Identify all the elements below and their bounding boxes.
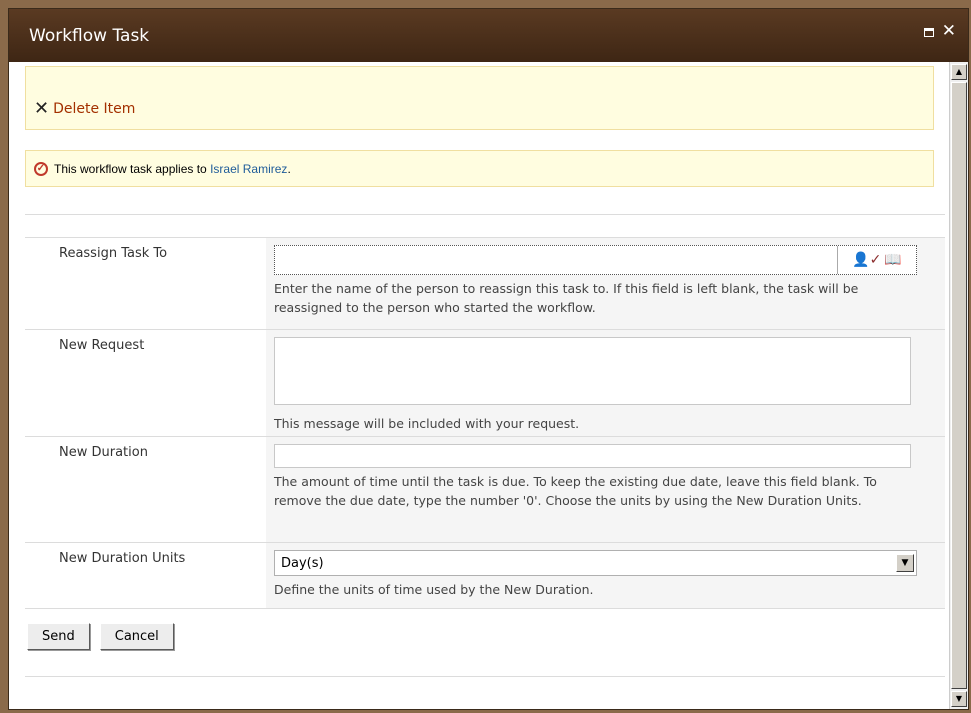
assignee-link[interactable]: Israel Ramirez — [210, 162, 287, 176]
picker-icons: 👤✓ 📖 — [838, 246, 916, 274]
button-row: Send Cancel — [25, 609, 945, 677]
request-label: New Request — [59, 338, 145, 353]
duration-label: New Duration — [59, 445, 148, 460]
dialog-titlebar: Workflow Task ✕ — [9, 9, 968, 62]
send-button[interactable]: Send — [27, 623, 90, 650]
delete-item-label: Delete Item — [53, 100, 136, 117]
notice-suffix: . — [287, 161, 291, 176]
duration-input[interactable] — [274, 444, 911, 468]
scroll-down-icon[interactable]: ▼ — [951, 691, 967, 707]
request-field: This message will be included with your … — [266, 330, 945, 436]
request-textarea[interactable] — [274, 337, 911, 405]
request-hint: This message will be included with your … — [274, 416, 580, 431]
dialog-content: ✕ Delete Item ✓ This workflow task appli… — [9, 62, 949, 709]
address-book-icon[interactable]: 📖 — [884, 251, 901, 270]
reassign-people-picker: 👤✓ 📖 — [274, 245, 917, 275]
dialog-title: Workflow Task — [29, 26, 150, 46]
reassign-row: Reassign Task To 👤✓ 📖 Enter the name of … — [25, 238, 945, 330]
duration-field: The amount of time until the task is due… — [266, 437, 945, 542]
units-selected-value: Day(s) — [281, 555, 324, 571]
ribbon: ✕ Delete Item — [25, 66, 934, 130]
units-field: Day(s) ▼ Define the units of time used b… — [266, 543, 945, 608]
cancel-button[interactable]: Cancel — [99, 623, 174, 650]
notice-prefix: This workflow task applies to — [54, 161, 207, 176]
workflow-task-dialog: Workflow Task ✕ ✕ Delete Item ✓ This wor… — [8, 8, 969, 710]
delete-icon: ✕ — [34, 98, 50, 119]
request-row: New Request This message will be include… — [25, 330, 945, 437]
reassign-hint: Enter the name of the person to reassign… — [274, 281, 859, 315]
duration-row: New Duration The amount of time until th… — [25, 437, 945, 543]
reassign-label: Reassign Task To — [59, 246, 168, 261]
chevron-down-icon[interactable]: ▼ — [896, 554, 914, 572]
check-names-icon[interactable]: 👤✓ — [852, 251, 881, 270]
task-form: Reassign Task To 👤✓ 📖 Enter the name of … — [25, 214, 945, 677]
units-row: New Duration Units Day(s) ▼ Define the u… — [25, 543, 945, 609]
scroll-thumb[interactable] — [951, 82, 967, 689]
vertical-scrollbar[interactable]: ▲ ▼ — [949, 62, 968, 709]
units-hint: Define the units of time used by the New… — [274, 582, 594, 597]
workflow-notice: ✓ This workflow task applies to Israel R… — [25, 150, 934, 187]
units-select[interactable]: Day(s) ▼ — [274, 550, 917, 576]
task-check-icon: ✓ — [34, 161, 48, 176]
maximize-icon[interactable] — [924, 28, 934, 37]
close-icon[interactable]: ✕ — [942, 21, 956, 41]
duration-hint: The amount of time until the task is due… — [274, 474, 877, 508]
units-label: New Duration Units — [59, 551, 186, 566]
reassign-field: 👤✓ 📖 Enter the name of the person to rea… — [266, 238, 945, 329]
scroll-up-icon[interactable]: ▲ — [951, 64, 967, 80]
form-spacer — [25, 215, 945, 238]
delete-item-button[interactable]: ✕ Delete Item — [34, 98, 135, 119]
reassign-input[interactable] — [275, 246, 838, 274]
